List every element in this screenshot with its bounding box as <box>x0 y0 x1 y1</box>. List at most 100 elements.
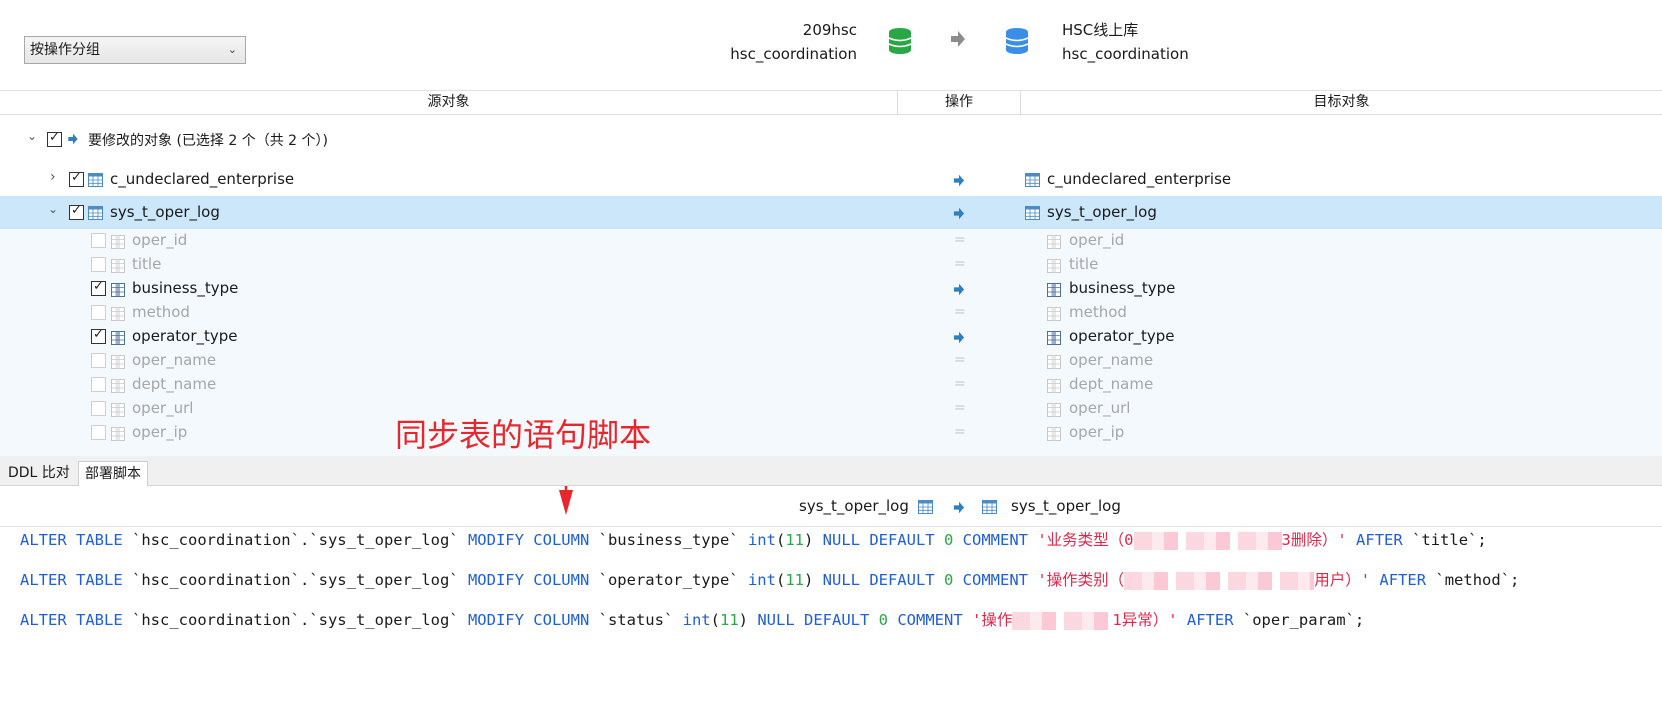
tab-deploy-script[interactable]: 部署脚本 <box>78 461 148 486</box>
sql-number: 11 <box>785 571 804 589</box>
column-icon <box>111 378 125 397</box>
field-checkbox[interactable] <box>91 257 106 272</box>
sql-string: 3删除）' <box>1281 531 1347 549</box>
target-field-name: oper_id <box>1069 231 1125 249</box>
annotation-text: 同步表的语句脚本 <box>395 416 652 454</box>
sql-number: 0 <box>878 611 888 629</box>
sql-string: '操作 <box>972 611 1013 629</box>
sql-column: `operator_type` <box>598 571 739 589</box>
sql-number: 11 <box>719 611 739 629</box>
target-table-name: sys_t_oper_log <box>1047 203 1157 221</box>
sql-column: `title`; <box>1412 531 1487 549</box>
field-checkbox[interactable] <box>91 279 106 296</box>
equal-icon: = <box>954 304 966 320</box>
source-field-name: oper_ip <box>132 423 188 441</box>
sql-keyword: AFTER <box>1186 611 1234 629</box>
field-row[interactable]: dept_name = dept_name <box>0 373 1662 397</box>
arrow-right-icon <box>953 331 965 344</box>
table-icon <box>918 500 933 514</box>
target-info: HSC线上库 hsc_coordination <box>1062 18 1189 66</box>
sql-keyword: NULL DEFAULT <box>822 531 935 549</box>
column-icon <box>1047 258 1061 277</box>
field-checkbox[interactable] <box>91 377 106 392</box>
script-target-table: sys_t_oper_log <box>1011 497 1121 515</box>
tab-ddl-compare[interactable]: DDL 比对 <box>2 461 76 486</box>
table-icon <box>1025 173 1040 187</box>
equal-icon: = <box>954 400 966 416</box>
field-checkbox[interactable] <box>91 233 106 248</box>
sql-line-1[interactable]: ALTER TABLE `hsc_coordination`.`sys_t_op… <box>20 528 1487 550</box>
table-icon <box>88 173 103 187</box>
col-operation[interactable]: 操作 <box>898 91 1021 114</box>
sql-string: '操作类别（ <box>1037 571 1125 589</box>
field-row[interactable]: oper_id = oper_id <box>0 229 1662 253</box>
table-icon <box>88 206 103 220</box>
target-field-name: oper_name <box>1069 351 1154 369</box>
arrow-right-icon <box>953 207 965 220</box>
chevron-right-icon[interactable]: › <box>50 169 56 185</box>
source-table-name: sys_t_oper_log <box>110 203 220 221</box>
target-database: hsc_coordination <box>1062 45 1189 63</box>
sql-string: 1异常）' <box>1112 611 1178 629</box>
sql-keyword: NULL DEFAULT <box>822 571 935 589</box>
arrow-right-icon <box>953 501 965 514</box>
object-tree: ⌄ 要修改的对象 (已选择 2 个（共 2 个）) › c_undeclared… <box>0 116 1662 456</box>
source-field-name: oper_name <box>132 351 217 369</box>
chevron-down-icon[interactable]: ⌄ <box>27 129 37 143</box>
sql-keyword: ALTER TABLE <box>20 611 123 629</box>
table-checkbox[interactable] <box>69 170 84 187</box>
column-icon <box>111 258 125 277</box>
source-field-name: operator_type <box>132 327 238 345</box>
field-row[interactable]: method = method <box>0 301 1662 325</box>
sql-number: 11 <box>785 531 804 549</box>
col-source[interactable]: 源对象 <box>0 91 898 114</box>
field-checkbox[interactable] <box>91 305 106 320</box>
sql-column: `method`; <box>1435 571 1520 589</box>
field-checkbox[interactable] <box>91 327 106 344</box>
group-row[interactable]: ⌄ 要修改的对象 (已选择 2 个（共 2 个）) <box>0 124 1662 154</box>
equal-icon: = <box>954 376 966 392</box>
group-checkbox[interactable] <box>47 130 62 147</box>
source-database-icon <box>888 28 912 54</box>
field-row[interactable]: business_type business_type <box>0 277 1662 301</box>
source-field-name: dept_name <box>132 375 217 393</box>
script-header: sys_t_oper_log sys_t_oper_log <box>0 487 1662 527</box>
sql-keyword: MODIFY COLUMN <box>467 611 590 629</box>
field-checkbox[interactable] <box>91 401 106 416</box>
sql-type: int <box>747 531 776 549</box>
table-row-selected[interactable]: ⌄ sys_t_oper_log sys_t_oper_log <box>0 196 1662 229</box>
target-database-icon <box>1005 28 1029 54</box>
redacted-blur <box>1133 531 1282 550</box>
sql-type: int <box>747 571 776 589</box>
redacted-blur <box>1012 611 1113 630</box>
bottom-tabs: DDL 比对 部署脚本 <box>0 456 1662 486</box>
table-row[interactable]: › c_undeclared_enterprise c_undeclared_e… <box>0 164 1662 196</box>
field-row[interactable]: title = title <box>0 253 1662 277</box>
sql-table-ref: `hsc_coordination`.`sys_t_oper_log` <box>132 531 459 549</box>
field-checkbox[interactable] <box>91 425 106 440</box>
script-source-table: sys_t_oper_log <box>799 497 909 515</box>
table-icon <box>1025 206 1040 220</box>
field-row[interactable]: oper_name = oper_name <box>0 349 1662 373</box>
field-row[interactable]: oper_url = oper_url <box>0 397 1662 421</box>
field-row[interactable]: oper_ip = oper_ip <box>0 421 1662 445</box>
sql-line-2[interactable]: ALTER TABLE `hsc_coordination`.`sys_t_op… <box>20 568 1519 590</box>
group-by-select[interactable]: 按操作分组 ⌄ <box>24 36 246 64</box>
column-icon <box>1047 330 1061 349</box>
field-row[interactable]: operator_type operator_type <box>0 325 1662 349</box>
equal-icon: = <box>954 352 966 368</box>
sql-table-ref: `hsc_coordination`.`sys_t_oper_log` <box>132 611 459 629</box>
col-target[interactable]: 目标对象 <box>1021 91 1662 114</box>
column-icon <box>1047 402 1061 421</box>
sql-number: 0 <box>943 571 954 589</box>
field-list: oper_id=oper_idtitle=titlebusiness_typeb… <box>0 229 1662 456</box>
field-checkbox[interactable] <box>91 353 106 368</box>
column-icon <box>111 234 125 253</box>
source-database: hsc_coordination <box>730 45 857 63</box>
column-icon <box>111 282 125 301</box>
sql-table-ref: `hsc_coordination`.`sys_t_oper_log` <box>132 571 459 589</box>
sql-line-3[interactable]: ALTER TABLE `hsc_coordination`.`sys_t_op… <box>20 608 1364 630</box>
table-checkbox[interactable] <box>69 203 84 220</box>
sql-keyword: ALTER TABLE <box>20 571 123 589</box>
chevron-down-icon[interactable]: ⌄ <box>48 202 58 216</box>
